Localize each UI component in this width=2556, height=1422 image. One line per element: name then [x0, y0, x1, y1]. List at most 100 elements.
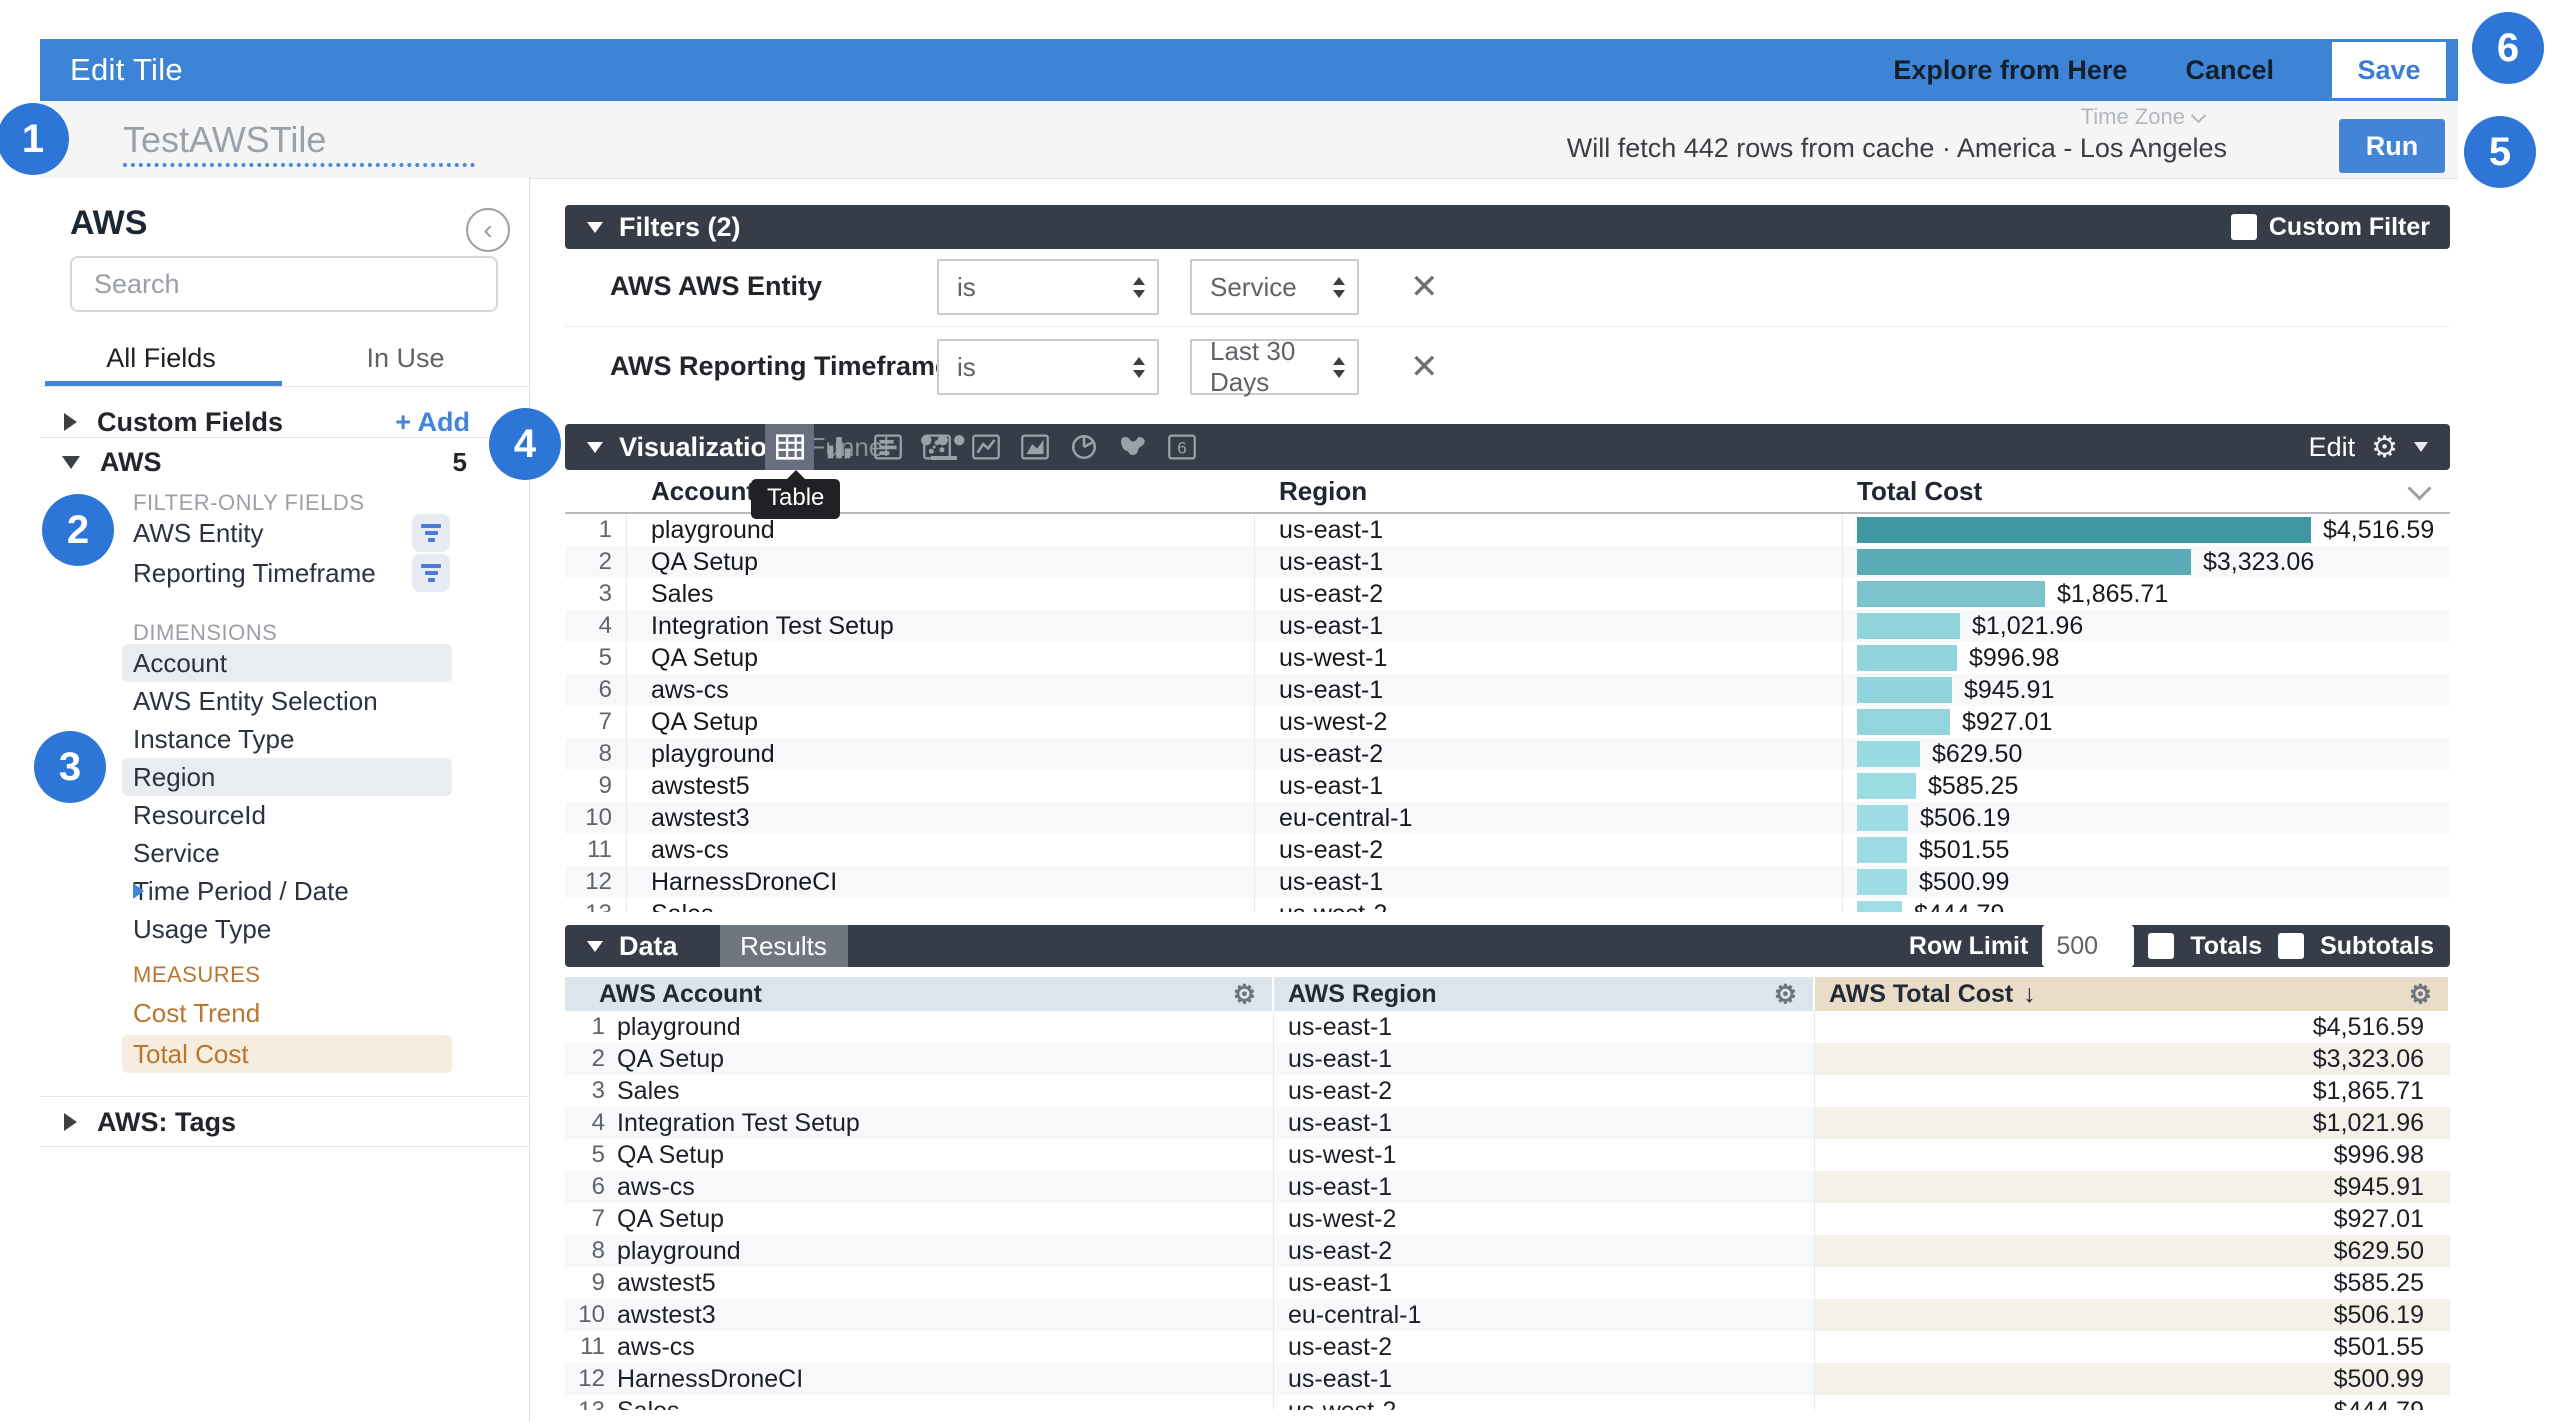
- tab-in-use[interactable]: In Use: [282, 330, 529, 386]
- viz-table-row[interactable]: 12HarnessDroneCIus-east-1$500.99: [565, 866, 2450, 898]
- field-label: AWS Entity Selection: [133, 686, 378, 717]
- filter-field-icon[interactable]: [412, 554, 450, 592]
- field-label: Reporting Timeframe: [133, 558, 376, 589]
- cancel-button[interactable]: Cancel: [2185, 55, 2274, 86]
- viz-table-row[interactable]: 7QA Setupus-west-2$927.01: [565, 706, 2450, 738]
- viz-cell-total-cost: $927.01: [1843, 706, 2450, 738]
- viz-cell-region: us-east-1: [1255, 866, 1843, 898]
- data-table-row[interactable]: 8playgroundus-east-2$629.50: [565, 1235, 2450, 1267]
- viz-type-single-value[interactable]: 6: [1157, 424, 1206, 470]
- explore-from-here-button[interactable]: Explore from Here: [1893, 55, 2127, 86]
- run-button[interactable]: Run: [2339, 119, 2445, 173]
- viz-table-row[interactable]: 8playgroundus-east-2$629.50: [565, 738, 2450, 770]
- data-table-row[interactable]: 11aws-csus-east-2$501.55: [565, 1331, 2450, 1363]
- cost-value: $4,516.59: [2323, 516, 2434, 545]
- custom-filter-checkbox[interactable]: [2231, 214, 2257, 240]
- data-cell-region: us-west-2: [1274, 1395, 1815, 1410]
- viz-edit-button[interactable]: Edit: [2309, 432, 2356, 463]
- viz-type-scatter[interactable]: [912, 424, 961, 470]
- filter-value-select[interactable]: Service: [1190, 259, 1359, 315]
- tab-all-fields[interactable]: All Fields: [40, 330, 282, 386]
- viz-type-column-chart[interactable]: [814, 424, 863, 470]
- viz-type-bar-chart[interactable]: [863, 424, 912, 470]
- viz-table-row[interactable]: 13Salesus-west-2$444.79: [565, 898, 2450, 912]
- data-table-row[interactable]: 3Salesus-east-2$1,865.71: [565, 1075, 2450, 1107]
- results-tab[interactable]: Results: [720, 925, 848, 967]
- search-input[interactable]: [70, 256, 498, 312]
- sidebar-dimension-service[interactable]: Service: [122, 834, 452, 872]
- viz-col-region[interactable]: Region: [1255, 470, 1843, 512]
- collapse-caret-icon: [587, 941, 603, 952]
- sidebar-dimension-time-period-date[interactable]: Time Period / Date: [122, 872, 452, 910]
- gear-icon[interactable]: ⚙: [1233, 979, 1256, 1010]
- viz-type-area-chart[interactable]: [1010, 424, 1059, 470]
- data-table-row[interactable]: 13Salesus-west-2$444.79: [565, 1395, 2450, 1410]
- viz-type-line-chart[interactable]: [961, 424, 1010, 470]
- viz-col-total-cost[interactable]: Total Cost: [1843, 470, 2450, 512]
- save-button[interactable]: Save: [2332, 42, 2446, 98]
- sidebar-measure-cost-trend[interactable]: Cost Trend: [122, 994, 452, 1032]
- data-table-row[interactable]: 12HarnessDroneCIus-east-1$500.99: [565, 1363, 2450, 1395]
- viz-table-row[interactable]: 4Integration Test Setupus-east-1$1,021.9…: [565, 610, 2450, 642]
- sidebar-dimension-aws-entity-selection[interactable]: AWS Entity Selection: [122, 682, 452, 720]
- tile-name-input[interactable]: TestAWSTile: [123, 119, 326, 161]
- data-col-aws-region[interactable]: AWS Region⚙: [1274, 977, 1815, 1011]
- data-table-row[interactable]: 7QA Setupus-west-2$927.01: [565, 1203, 2450, 1235]
- viz-type-pie-chart[interactable]: [1059, 424, 1108, 470]
- viz-table-row[interactable]: 6aws-csus-east-1$945.91: [565, 674, 2450, 706]
- data-section-header[interactable]: Data Results Row Limit Totals Subtotals: [565, 925, 2450, 967]
- viz-table-row[interactable]: 9awstest5us-east-1$585.25: [565, 770, 2450, 802]
- data-table-row[interactable]: 5QA Setupus-west-1$996.98: [565, 1139, 2450, 1171]
- aws-group-row[interactable]: AWS 5: [40, 440, 529, 484]
- totals-checkbox[interactable]: [2148, 933, 2174, 959]
- filter-operator-select[interactable]: is: [937, 339, 1159, 395]
- viz-table-row[interactable]: 5QA Setupus-west-1$996.98: [565, 642, 2450, 674]
- filter-operator-select[interactable]: is: [937, 259, 1159, 315]
- add-custom-field-button[interactable]: + Add: [395, 407, 470, 438]
- sidebar-dimension-region[interactable]: Region: [122, 758, 452, 796]
- visualization-section-header[interactable]: Visualization 6 Funnel ●●● Edit ⚙: [565, 424, 2450, 470]
- viz-type-map[interactable]: [1108, 424, 1157, 470]
- gear-icon[interactable]: ⚙: [2371, 430, 2398, 465]
- data-table-row[interactable]: 4Integration Test Setupus-east-1$1,021.9…: [565, 1107, 2450, 1139]
- viz-col-account[interactable]: Account: [627, 470, 1255, 512]
- collapse-sidebar-icon[interactable]: ‹: [466, 208, 510, 252]
- remove-filter-icon[interactable]: ✕: [1410, 347, 1439, 387]
- data-col-aws-total-cost[interactable]: AWS Total Cost↓⚙: [1815, 977, 2450, 1011]
- gear-icon[interactable]: ⚙: [2409, 979, 2432, 1010]
- viz-table-row[interactable]: 1playgroundus-east-1$4,516.59: [565, 514, 2450, 546]
- sidebar-field-aws-entity[interactable]: AWS Entity: [122, 514, 452, 552]
- viz-type-table[interactable]: [765, 424, 814, 470]
- sidebar-dimension-resourceid[interactable]: ResourceId: [122, 796, 452, 834]
- filter-field-icon[interactable]: [412, 514, 450, 552]
- subtotals-checkbox[interactable]: [2278, 933, 2304, 959]
- aws-tags-group-row[interactable]: AWS: Tags: [40, 1100, 529, 1144]
- data-col-aws-account[interactable]: AWS Account⚙: [565, 977, 1274, 1011]
- sidebar-dimension-account[interactable]: Account: [122, 644, 452, 682]
- data-table-row[interactable]: 1playgroundus-east-1$4,516.59: [565, 1011, 2450, 1043]
- data-cell-total-cost: $927.01: [1815, 1203, 2450, 1235]
- data-table-row[interactable]: 6aws-csus-east-1$945.91: [565, 1171, 2450, 1203]
- data-table-row[interactable]: 9awstest5us-east-1$585.25: [565, 1267, 2450, 1299]
- gear-icon[interactable]: ⚙: [1774, 979, 1797, 1010]
- viz-table-row[interactable]: 3Salesus-east-2$1,865.71: [565, 578, 2450, 610]
- filter-value-select[interactable]: Last 30 Days: [1190, 339, 1359, 395]
- sidebar-dimension-instance-type[interactable]: Instance Type: [122, 720, 452, 758]
- viz-table-row[interactable]: 2QA Setupus-east-1$3,323.06: [565, 546, 2450, 578]
- data-table-row[interactable]: 2QA Setupus-east-1$3,323.06: [565, 1043, 2450, 1075]
- viz-table-row[interactable]: 11aws-csus-east-2$501.55: [565, 834, 2450, 866]
- chevron-down-icon[interactable]: [2407, 476, 2431, 500]
- filters-section-header[interactable]: Filters (2) Custom Filter: [565, 205, 2450, 249]
- viz-table-row[interactable]: 10awstest3eu-central-1$506.19: [565, 802, 2450, 834]
- sidebar-measure-total-cost[interactable]: Total Cost: [122, 1035, 452, 1073]
- data-table-row[interactable]: 10awstest3eu-central-1$506.19: [565, 1299, 2450, 1331]
- timezone-selector[interactable]: Time Zone: [2081, 104, 2204, 130]
- row-limit-input[interactable]: [2044, 927, 2132, 965]
- filter-only-fields-header: FILTER-ONLY FIELDS: [133, 490, 365, 516]
- sidebar-dimension-usage-type[interactable]: Usage Type: [122, 910, 452, 948]
- remove-filter-icon[interactable]: ✕: [1410, 267, 1439, 307]
- sidebar-field-reporting-timeframe[interactable]: Reporting Timeframe: [122, 554, 452, 592]
- filter-value: Last 30 Days: [1210, 336, 1333, 398]
- chevron-right-icon[interactable]: [133, 883, 144, 899]
- dimensions-header: DIMENSIONS: [133, 620, 277, 646]
